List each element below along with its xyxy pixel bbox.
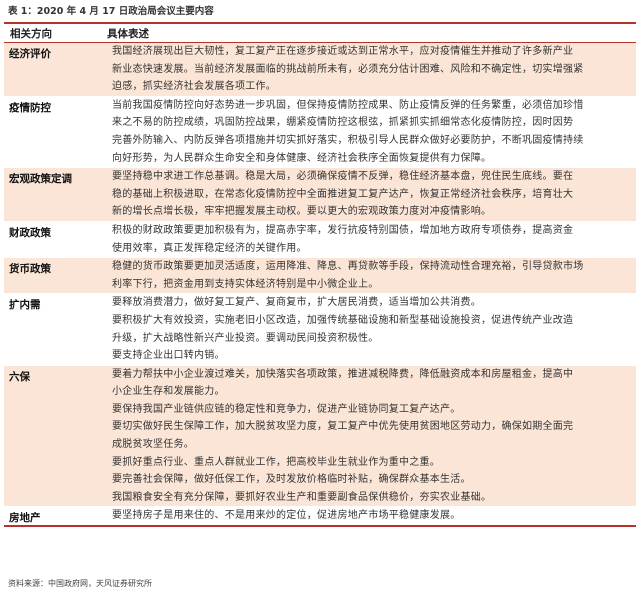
description-line: 来之不易的防控成绩，巩固防控战果，绷紧疫情防控这根弦，抓紧抓实抓细常态化疫情防控…: [112, 117, 574, 129]
table-row: 六保 要着力帮扶中小企业渡过难关，加快落实各项政策，推进减税降费，降低融资成本和房…: [4, 364, 636, 507]
row-category: 经济评价: [9, 48, 51, 60]
description-line: 新业态快速发展。当前经济发展面临的挑战前所未有，必须充分估计困难、风险和不确定性…: [112, 63, 584, 75]
description-line: 当前我国疫情防控向好态势进一步巩固，但保持疫情防控成果、防止疫情反弹的任务繁重，…: [112, 99, 584, 111]
table-row: 房地产 要坚持房子是用来住的、不是用来炒的定位，促进房地产市场平稳健康发展。: [4, 506, 636, 526]
description-line: 向好形势，为人民群众生命安全和身体健康、经济社会秩序全面恢复提供有力保障。: [112, 152, 492, 164]
row-description: 我国经济展现出巨大韧性，复工复产正在逐步接近或达到正常水平，应对疫情催生并推动了…: [112, 43, 636, 96]
description-line: 我国粮食安全有充分保障，要抓好农业生产和重要副食品保供稳价，夯实农业基础。: [112, 491, 492, 503]
description-line: 使用效率，真正发挥稳定经济的关键作用。: [112, 242, 307, 254]
row-description: 要着力帮扶中小企业渡过难关，加快落实各项政策，推进减税降费，降低融资成本和房屋租…: [112, 366, 636, 507]
description-line: 要坚持房子是用来住的、不是用来炒的定位，促进房地产市场平稳健康发展。: [112, 510, 461, 522]
description-line: 小企业生存和发展能力。: [112, 386, 225, 398]
header-content: 具体表述: [107, 27, 149, 40]
description-line: 成脱贫攻坚任务。: [112, 439, 194, 451]
table-row: 疫情防控 当前我国疫情防控向好态势进一步巩固，但保持疫情防控成果、防止疫情反弹的任…: [4, 95, 636, 168]
source-note: 资料来源：中国政府网，天风证券研究所: [8, 579, 152, 588]
description-line: 要着力帮扶中小企业渡过难关，加快落实各项政策，推进减税降费，降低融资成本和房屋租…: [112, 368, 574, 380]
table-row: 货币政策 稳健的货币政策要更加灵活适度，运用降准、降息、再贷款等手段，保持流动性合…: [4, 257, 636, 294]
description-line: 我国经济展现出巨大韧性，复工复产正在逐步接近或达到正常水平，应对疫情催生并推动了…: [112, 46, 574, 57]
row-description: 要坚持房子是用来住的、不是用来炒的定位，促进房地产市场平稳健康发展。: [112, 507, 636, 525]
description-line: 稳健的货币政策要更加灵活适度，运用降准、降息、再贷款等手段，保持流动性合理充裕，…: [112, 261, 584, 273]
description-line: 要积极扩大有效投资，实施老旧小区改造，加强传统基础设施和新型基础设施投资，促进传…: [112, 314, 574, 326]
row-category: 扩内需: [9, 299, 41, 312]
description-line: 要完善社会保障，做好低保工作，及时发放价格临时补贴，确保群众基本生活。: [112, 474, 471, 486]
description-line: 积极的财政政策要更加积极有为，提高赤字率，发行抗疫特别国债，增加地方政府专项债券…: [112, 224, 574, 236]
row-description: 当前我国疫情防控向好态势进一步巩固，但保持疫情防控成果、防止疫情反弹的任务繁重，…: [112, 97, 636, 167]
row-description: 要释放消费潜力，做好复工复产、复商复市，扩大居民消费，适当增加公共消费。要积极扩…: [112, 294, 636, 364]
table-row: 扩内需 要释放消费潜力，做好复工复产、复商复市，扩大居民消费，适当增加公共消费。要…: [4, 293, 636, 365]
table-bottom-rule: [4, 525, 636, 527]
row-description: 要坚持稳中求进工作总基调。稳是大局，必须确保疫情不反弹，稳住经济基本盘，兜住民生…: [112, 168, 636, 221]
description-line: 完善外防输入、内防反弹各项措施并切实抓好落实，积极引导人民群众做好必要防护，不断…: [112, 134, 584, 146]
row-category: 疫情防控: [9, 101, 51, 114]
description-line: 利率下行，把资金用到支持实体经济特别是中小微企业上。: [112, 278, 379, 290]
table-row: 经济评价 我国经济展现出巨大韧性，复工复产正在逐步接近或达到正常水平，应对疫情催生…: [4, 43, 636, 96]
row-category: 货币政策: [9, 263, 51, 276]
header-direction: 相关方向: [10, 27, 52, 40]
row-category: 宏观政策定调: [9, 173, 72, 186]
row-description: 积极的财政政策要更加积极有为，提高赤字率，发行抗疫特别国债，增加地方政府专项债券…: [112, 222, 636, 257]
description-line: 要释放消费潜力，做好复工复产、复商复市，扩大居民消费，适当增加公共消费。: [112, 297, 481, 309]
description-line: 要切实做好民生保障工作，加大脱贫攻坚力度，复工复产中优先使用贫困地区劳动力，确保…: [112, 421, 574, 433]
description-line: 要坚持稳中求进工作总基调。稳是大局，必须确保疫情不反弹，稳住经济基本盘，兜住民生…: [112, 171, 574, 183]
table-row: 财政政策 积极的财政政策要更加积极有为，提高赤字率，发行抗疫特别国债，增加地方政府…: [4, 220, 636, 258]
row-category: 房地产: [9, 512, 41, 525]
row-category: 六保: [9, 370, 30, 383]
description-line: 要抓好重点行业、重点人群就业工作，把高校毕业生就业作为重中之重。: [112, 456, 440, 468]
table-body: 经济评价 我国经济展现出巨大韧性，复工复产正在逐步接近或达到正常水平，应对疫情催生…: [4, 43, 636, 526]
description-line: 新的增长点增长极，牢牢把握发展主动权。要以更大的宏观政策力度对冲疫情影响。: [112, 206, 492, 218]
description-line: 升级，扩大战略性新兴产业投资。要调动民间投资积极性。: [112, 332, 379, 344]
policy-table: 相关方向 具体表述 经济评价 我国经济展现出巨大韧性，复工复产正在逐步接近或达到正…: [4, 22, 636, 527]
description-line: 迫感，抓实经济社会发展各项工作。: [112, 81, 276, 93]
row-description: 稳健的货币政策要更加灵活适度，运用降准、降息、再贷款等手段，保持流动性合理充裕，…: [112, 258, 636, 293]
table-caption: 表 1：2020 年 4 月 17 日政治局会议主要内容: [8, 6, 214, 17]
table-header: 相关方向 具体表述: [4, 24, 636, 43]
row-category: 财政政策: [9, 226, 51, 239]
table-row: 宏观政策定调 要坚持稳中求进工作总基调。稳是大局，必须确保疫情不反弹，稳住经济基本…: [4, 167, 636, 221]
description-line: 稳的基础上积极进取，在常态化疫情防控中全面推进复工复产达产，恢复正常经济社会秩序…: [112, 188, 574, 200]
description-line: 要支持企业出口转内销。: [112, 350, 225, 362]
description-line: 要保持我国产业链供应链的稳定性和竞争力，促进产业链协同复工复产达产。: [112, 403, 461, 415]
